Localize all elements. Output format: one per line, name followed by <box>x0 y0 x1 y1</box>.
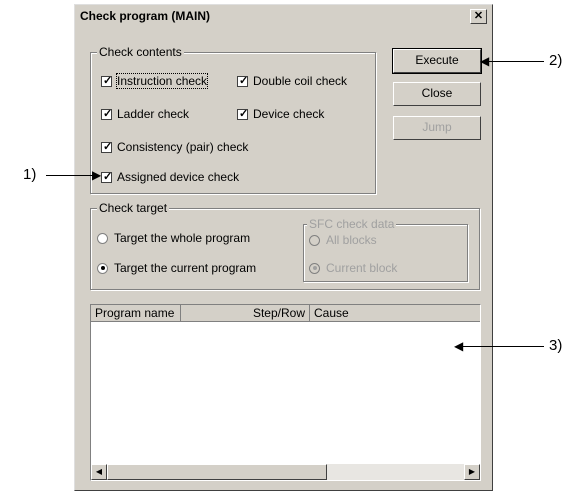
list-header: Program name Step/Row Cause <box>91 305 480 322</box>
all-blocks-radio[interactable]: All blocks <box>309 233 377 247</box>
radio-label: Target the current program <box>114 261 257 275</box>
check-contents-legend: Check contents <box>97 45 184 59</box>
close-icon[interactable]: ✕ <box>470 9 487 24</box>
ladder-check-checkbox[interactable]: ✓ Ladder check <box>101 107 189 121</box>
callout-3-arrowhead-icon: ◀ <box>454 339 464 353</box>
target-whole-program-radio[interactable]: Target the whole program <box>97 231 250 245</box>
horizontal-scrollbar[interactable]: ◀ ▶ <box>91 464 480 480</box>
checkbox-label: Assigned device check <box>117 170 240 184</box>
assigned-device-check-checkbox[interactable]: ✓ Assigned device check <box>101 170 239 184</box>
column-header-program-name[interactable]: Program name <box>91 305 181 322</box>
check-target-legend: Check target <box>97 201 170 215</box>
close-button[interactable]: Close <box>393 82 481 106</box>
sfc-check-data-legend: SFC check data <box>307 217 397 231</box>
checkbox-box: ✓ <box>237 107 249 120</box>
consistency-pair-check-checkbox[interactable]: ✓ Consistency (pair) check <box>101 140 248 154</box>
checkbox-label: Consistency (pair) check <box>117 140 249 154</box>
scroll-right-icon[interactable]: ▶ <box>464 464 480 480</box>
callout-3: 3) <box>549 337 563 354</box>
checkbox-label: Instruction check <box>115 73 209 89</box>
execute-button[interactable]: Execute <box>392 48 482 74</box>
check-contents-group: Check contents ✓ Instruction check ✓ Dou… <box>90 45 376 194</box>
jump-button[interactable]: Jump <box>393 116 481 140</box>
callout-3-arrow <box>462 346 544 347</box>
scroll-left-icon[interactable]: ◀ <box>91 464 107 480</box>
checkbox-box: ✓ <box>237 74 249 87</box>
results-list[interactable]: Program name Step/Row Cause ◀ ▶ <box>90 304 481 481</box>
callout-2-arrowhead-icon: ◀ <box>480 54 490 68</box>
callout-1: 1) <box>23 166 37 183</box>
current-block-radio[interactable]: Current block <box>309 261 397 275</box>
check-target-group: Check target Target the whole program Ta… <box>90 201 480 290</box>
target-current-program-radio[interactable]: Target the current program <box>97 261 256 275</box>
checkbox-box: ✓ <box>101 170 113 183</box>
dialog-title: Check program (MAIN) <box>80 9 211 23</box>
radio-circle <box>309 234 320 246</box>
callout-1-arrowhead-icon: ▶ <box>92 168 102 182</box>
radio-circle <box>309 262 320 274</box>
checkbox-box: ✓ <box>101 140 113 153</box>
checkbox-label: Ladder check <box>117 107 190 121</box>
sfc-check-data-group: SFC check data All blocks Current block <box>303 217 468 282</box>
checkbox-label: Device check <box>253 107 325 121</box>
title-bar: Check program (MAIN) ✕ <box>77 7 490 26</box>
radio-label: Target the whole program <box>114 231 251 245</box>
double-coil-check-checkbox[interactable]: ✓ Double coil check <box>237 74 347 88</box>
callout-2: 2) <box>549 52 563 69</box>
check-program-dialog: Check program (MAIN) ✕ Check contents ✓ … <box>74 4 493 491</box>
checkbox-label: Double coil check <box>253 74 348 88</box>
radio-circle <box>97 262 108 274</box>
device-check-checkbox[interactable]: ✓ Device check <box>237 107 324 121</box>
checkbox-box: ✓ <box>101 107 113 120</box>
instruction-check-checkbox[interactable]: ✓ Instruction check <box>101 73 209 89</box>
scrollbar-thumb[interactable] <box>107 464 327 480</box>
checkbox-box: ✓ <box>101 74 113 87</box>
radio-label: All blocks <box>326 233 377 247</box>
callout-1-arrow <box>46 175 96 176</box>
radio-circle <box>97 232 108 244</box>
radio-label: Current block <box>326 261 398 275</box>
callout-2-arrow <box>488 61 544 62</box>
column-header-step-row[interactable]: Step/Row <box>181 305 310 322</box>
column-header-cause[interactable]: Cause <box>310 305 480 322</box>
